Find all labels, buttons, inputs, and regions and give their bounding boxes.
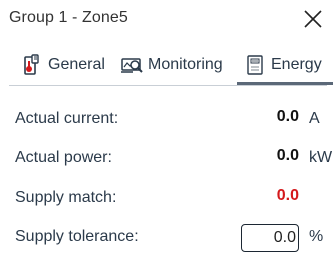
actual-current-label: Actual current: [15, 110, 119, 127]
energy-meter-icon [243, 53, 267, 77]
tab-monitoring[interactable]: Monitoring [120, 46, 223, 84]
tab-general-label: General [48, 56, 105, 73]
tab-energy[interactable]: Energy [237, 46, 333, 85]
tab-general[interactable]: General [20, 46, 105, 84]
supply-tolerance-row: Supply tolerance: % [15, 224, 327, 254]
dialog-title: Group 1 - Zone5 [9, 9, 128, 26]
supply-tolerance-input[interactable] [241, 224, 299, 252]
close-icon [304, 10, 322, 28]
supply-tolerance-label: Supply tolerance: [15, 228, 139, 245]
actual-current-row: Actual current: 0.0 A [15, 106, 327, 132]
tab-bar: General Monitoring Energy [9, 46, 333, 86]
thermostat-icon [20, 53, 44, 77]
supply-match-row: Supply match: 0.0 [15, 185, 327, 211]
supply-match-value: 0.0 [276, 187, 299, 204]
supply-match-label: Supply match: [15, 189, 117, 206]
actual-current-value: 0.0 [276, 108, 299, 125]
actual-power-row: Actual power: 0.0 kW [15, 145, 332, 171]
actual-power-unit: kW [309, 149, 333, 166]
monitoring-icon [120, 53, 144, 77]
tab-monitoring-label: Monitoring [148, 56, 223, 73]
supply-tolerance-unit: % [309, 228, 324, 245]
actual-power-label: Actual power: [15, 149, 112, 166]
tab-energy-label: Energy [271, 56, 322, 73]
actual-current-unit: A [309, 110, 320, 127]
actual-power-value: 0.0 [276, 147, 299, 164]
zone-dialog: Group 1 - Zone5 General Monitoring Energ… [0, 0, 336, 273]
close-button[interactable] [303, 9, 323, 29]
